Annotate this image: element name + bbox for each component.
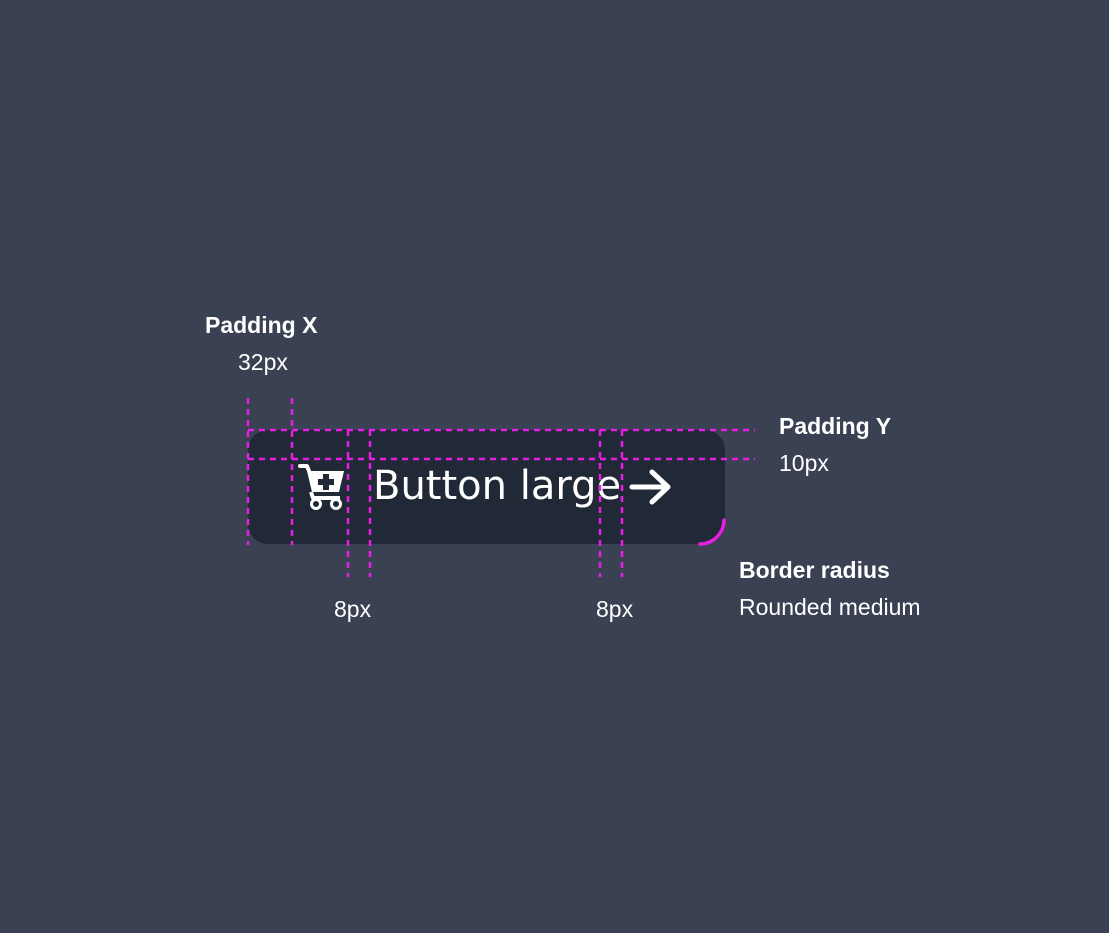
gap-right-value: 8px [596, 596, 634, 622]
arrow-right-icon [628, 468, 674, 506]
border-radius-value: Rounded medium [739, 594, 921, 620]
cart-plus-icon [298, 462, 346, 510]
padding-x-title: Padding X [205, 312, 318, 338]
button-label: Button large [373, 463, 622, 509]
button-large[interactable]: Button large [248, 430, 725, 544]
padding-y-title: Padding Y [779, 413, 892, 439]
gap-left-value: 8px [334, 596, 372, 622]
border-radius-title: Border radius [739, 557, 890, 583]
padding-x-value: 32px [238, 349, 288, 375]
padding-y-value: 10px [779, 450, 829, 476]
